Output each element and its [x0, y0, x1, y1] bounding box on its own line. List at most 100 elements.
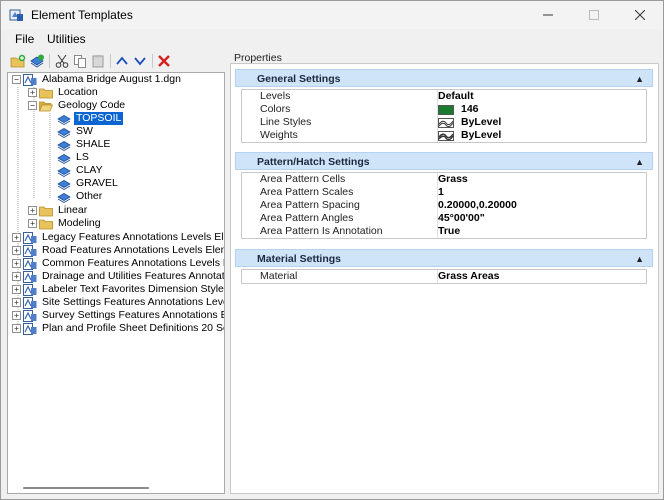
dgn-file-icon — [23, 73, 37, 86]
tree-item-dgn-file[interactable]: + Site Settings Features Annotations Leve… — [12, 296, 224, 309]
property-name: Colors — [260, 103, 291, 115]
property-value[interactable]: 146 — [438, 103, 479, 116]
expand-toggle[interactable]: + — [12, 285, 21, 294]
property-value[interactable]: ByLevel — [438, 116, 501, 129]
paste-button[interactable] — [89, 52, 107, 70]
horizontal-scrollbar[interactable] — [23, 487, 149, 489]
property-row[interactable]: Colors 146 — [242, 103, 646, 116]
collapse-toggle[interactable]: − — [28, 101, 37, 110]
tree-item-dgn-file[interactable]: + Labeler Text Favorites Dimension Styles… — [12, 283, 224, 296]
minimize-button[interactable] — [525, 1, 571, 29]
tree-item-geology-code[interactable]: − Geology Code — [28, 99, 127, 112]
move-down-button[interactable] — [131, 52, 149, 70]
property-value[interactable]: Default — [438, 90, 474, 103]
general-settings-header[interactable]: General Settings ▲ — [235, 69, 653, 87]
chevron-up-icon[interactable]: ▲ — [635, 157, 644, 167]
tree-item-modeling[interactable]: + Modeling — [28, 217, 103, 230]
new-template-icon — [30, 54, 44, 68]
element-template-icon — [57, 127, 71, 138]
new-folder-button[interactable] — [9, 52, 27, 70]
tree-item-template[interactable]: GRAVEL — [57, 177, 120, 190]
property-value[interactable]: True — [438, 225, 460, 238]
title-bar: Element Templates — [1, 1, 663, 29]
tree-label-dgn-file: Common Features Annotations Levels Elem … — [42, 257, 224, 269]
property-row[interactable]: Area Pattern Is Annotation True — [242, 225, 646, 238]
general-settings-section: General Settings ▲ Levels Default Colors… — [235, 69, 653, 147]
tree-label-location: Location — [58, 86, 98, 98]
property-row[interactable]: Area Pattern Spacing 0.20000,0.20000 — [242, 199, 646, 212]
tree-item-template[interactable]: Other — [57, 190, 104, 203]
tree-item-dgn-file[interactable]: + Road Features Annotations Levels Elem T… — [12, 244, 224, 257]
tree-item-linear[interactable]: + Linear — [28, 204, 89, 217]
material-settings-title: Material Settings — [257, 253, 342, 265]
close-button[interactable] — [617, 1, 663, 29]
material-settings-header[interactable]: Material Settings ▲ — [235, 249, 653, 267]
expand-toggle[interactable]: + — [12, 259, 21, 268]
minimize-icon — [543, 14, 553, 16]
expand-toggle[interactable]: + — [28, 219, 37, 228]
expand-toggle[interactable]: + — [12, 311, 21, 320]
expand-toggle[interactable]: + — [12, 272, 21, 281]
tree-item-template[interactable]: SW — [57, 125, 95, 138]
chevron-up-icon[interactable]: ▲ — [635, 254, 644, 264]
property-value[interactable]: Grass Areas — [438, 270, 500, 283]
menu-utilities[interactable]: Utilities — [47, 32, 86, 46]
tree-label-modeling: Modeling — [58, 217, 101, 229]
template-tree[interactable]: − Alabama Bridge August 1.dgn + Location… — [7, 72, 225, 494]
tree-item-template[interactable]: CLAY — [57, 164, 105, 177]
new-template-button[interactable] — [28, 52, 46, 70]
material-settings-grid: Material Grass Areas — [241, 269, 647, 284]
tree-label-root: Alabama Bridge August 1.dgn — [42, 73, 181, 85]
move-up-button[interactable] — [113, 52, 131, 70]
tree-item-template[interactable]: SHALE — [57, 138, 112, 151]
dgn-file-icon — [23, 283, 37, 296]
property-row[interactable]: Material Grass Areas — [242, 270, 646, 283]
tree-item-dgn-file[interactable]: + Survey Settings Features Annotations El… — [12, 309, 224, 322]
expand-toggle[interactable]: + — [12, 233, 21, 242]
tree-label-dgn-file: Plan and Profile Sheet Definitions 20 Sc… — [42, 322, 224, 334]
line-style-icon — [438, 117, 454, 128]
element-template-icon — [57, 114, 71, 125]
tree-item-template[interactable]: TOPSOIL — [57, 112, 124, 125]
menu-file[interactable]: File — [15, 32, 34, 46]
chevron-up-icon[interactable]: ▲ — [635, 74, 644, 84]
tree-item-dgn-file[interactable]: + Drainage and Utilities Features Annotat… — [12, 270, 224, 283]
dgn-file-icon — [23, 270, 37, 283]
weight-value: ByLevel — [461, 129, 502, 141]
property-value[interactable]: 45°00'00" — [438, 212, 485, 225]
property-row[interactable]: Line Styles ByLevel — [242, 116, 646, 129]
maximize-button[interactable] — [571, 1, 617, 29]
expand-toggle[interactable]: + — [12, 298, 21, 307]
property-row[interactable]: Area Pattern Cells Grass — [242, 173, 646, 186]
property-value[interactable]: 0.20000,0.20000 — [438, 199, 517, 212]
collapse-toggle[interactable]: − — [12, 75, 21, 84]
delete-button[interactable] — [155, 52, 173, 70]
tree-label-template: Other — [76, 190, 103, 202]
pattern-hatch-settings-header[interactable]: Pattern/Hatch Settings ▲ — [235, 152, 653, 170]
property-row[interactable]: Area Pattern Scales 1 — [242, 186, 646, 199]
property-row[interactable]: Weights ByLevel — [242, 129, 646, 142]
cut-icon — [55, 54, 69, 68]
general-settings-title: General Settings — [257, 73, 341, 85]
tree-item-dgn-file[interactable]: + Plan and Profile Sheet Definitions 20 S… — [12, 322, 224, 335]
expand-toggle[interactable]: + — [28, 88, 37, 97]
tree-item-template[interactable]: LS — [57, 151, 91, 164]
tree-item-dgn-file[interactable]: + Legacy Features Annotations Levels Elem… — [12, 231, 224, 244]
dgn-file-icon — [23, 257, 37, 270]
expand-toggle[interactable]: + — [12, 324, 21, 333]
tree-item-location[interactable]: + Location — [28, 86, 100, 99]
property-value[interactable]: Grass — [438, 173, 468, 186]
open-folder-icon — [39, 101, 53, 111]
delete-icon — [158, 55, 170, 67]
cut-button[interactable] — [53, 52, 71, 70]
expand-toggle[interactable]: + — [28, 206, 37, 215]
property-row[interactable]: Area Pattern Angles 45°00'00" — [242, 212, 646, 225]
property-row[interactable]: Levels Default — [242, 90, 646, 103]
expand-toggle[interactable]: + — [12, 246, 21, 255]
element-template-icon — [57, 140, 71, 151]
tree-item-root[interactable]: − Alabama Bridge August 1.dgn — [12, 73, 183, 86]
tree-item-dgn-file[interactable]: + Common Features Annotations Levels Elem… — [12, 257, 224, 270]
property-value[interactable]: ByLevel — [438, 129, 501, 142]
copy-button[interactable] — [71, 52, 89, 70]
property-value[interactable]: 1 — [438, 186, 444, 199]
